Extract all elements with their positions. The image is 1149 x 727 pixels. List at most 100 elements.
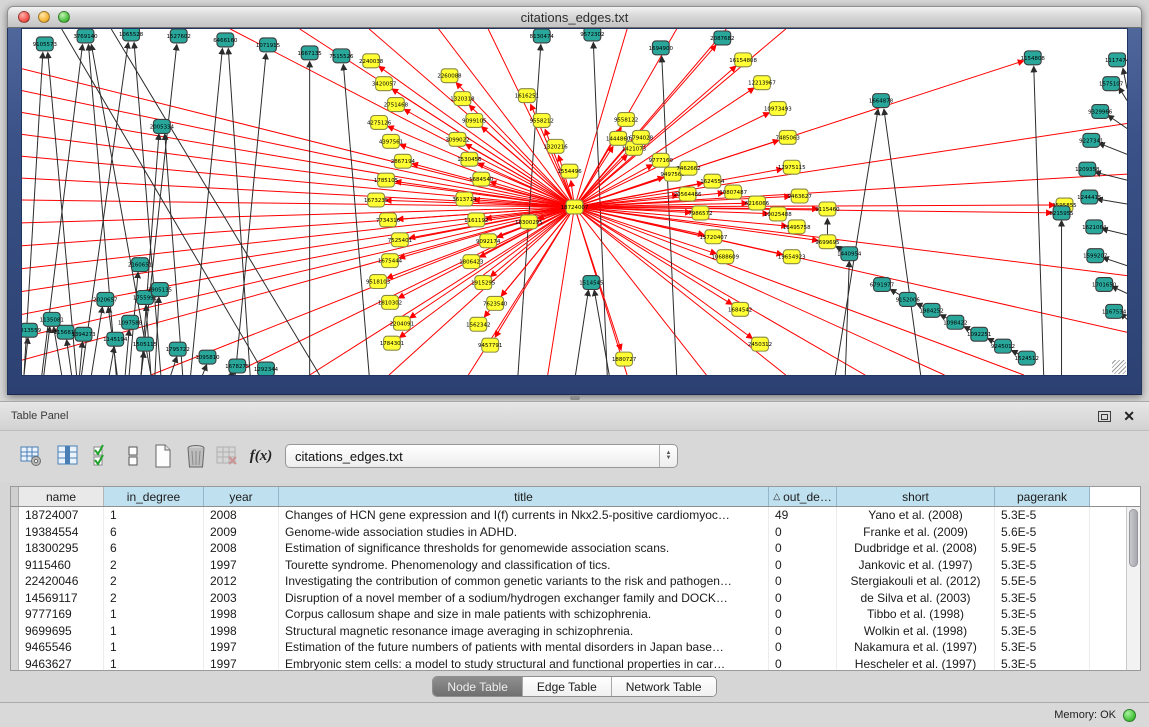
cell-name[interactable]: 18300295 [19, 540, 104, 557]
table-mode-button[interactable] [16, 440, 46, 472]
cell-in_degree[interactable]: 1 [104, 656, 204, 672]
network-canvas[interactable]: 1872400716154808122139671097349374850631… [21, 28, 1128, 376]
cell-in_degree[interactable]: 1 [104, 507, 204, 524]
cell-in_degree[interactable]: 2 [104, 590, 204, 607]
cell-short[interactable]: Hescheler et al. (1997) [837, 656, 995, 672]
table-row[interactable]: 946362711997Embryonic stem cells: a mode… [11, 656, 1140, 672]
citation-edge-black[interactable] [1123, 69, 1127, 89]
splitter-knob[interactable] [570, 396, 580, 400]
cell-name[interactable]: 14569117 [19, 590, 104, 607]
citation-edge-black[interactable] [1099, 143, 1127, 154]
column-header-in_degree[interactable]: in_degree [104, 487, 204, 506]
close-panel-icon[interactable]: ✕ [1123, 409, 1135, 423]
table-row[interactable]: 977716911998Corpus callosum shape and si… [11, 606, 1140, 623]
tab-node-table[interactable]: Node Table [433, 677, 523, 696]
cell-pagerank[interactable]: 5.5E-5 [995, 573, 1090, 590]
cell-title[interactable]: Estimation of significance thresholds fo… [279, 540, 769, 557]
cell-pagerank[interactable]: 5.6E-5 [995, 524, 1090, 541]
column-header-out_degree[interactable]: △out_de… [769, 487, 837, 506]
citation-edge-red[interactable] [400, 207, 575, 337]
cell-name[interactable]: 9465546 [19, 639, 104, 656]
cell-out_degree[interactable]: 0 [769, 524, 837, 541]
cell-in_degree[interactable]: 2 [104, 573, 204, 590]
cell-in_degree[interactable]: 6 [104, 540, 204, 557]
column-header-pagerank[interactable]: pagerank [995, 487, 1090, 506]
cell-short[interactable]: Nakamura et al. (1997) [837, 639, 995, 656]
citation-edge-black[interactable] [62, 29, 265, 375]
citation-edge-black[interactable] [594, 290, 609, 375]
cell-name[interactable]: 9777169 [19, 606, 104, 623]
citation-edge-black[interactable] [1097, 199, 1127, 204]
cell-year[interactable]: 2012 [204, 573, 279, 590]
citation-edge-black[interactable] [1034, 67, 1044, 375]
citation-edge-black[interactable] [171, 357, 177, 375]
table-row[interactable]: 911546021997Tourette syndrome. Phenomeno… [11, 557, 1140, 574]
cell-pagerank[interactable]: 5.9E-5 [995, 540, 1090, 557]
cell-name[interactable]: 9115460 [19, 557, 104, 574]
table-row[interactable]: 1456911722003Disruption of a novel membe… [11, 590, 1140, 607]
cell-year[interactable]: 1997 [204, 639, 279, 656]
cell-short[interactable]: de Silva et al. (2003) [837, 590, 995, 607]
scrollbar-thumb[interactable] [1129, 509, 1138, 567]
column-header-year[interactable]: year [204, 487, 279, 506]
citation-edge-black[interactable] [91, 307, 102, 375]
citation-edge-red[interactable] [439, 29, 575, 207]
citation-edge-black[interactable] [88, 45, 116, 375]
cell-pagerank[interactable]: 5.3E-5 [995, 623, 1090, 640]
table-row[interactable]: 1872400712008Changes of HCN gene express… [11, 507, 1140, 524]
cell-title[interactable]: Tourette syndrome. Phenomenology and cla… [279, 557, 769, 574]
cell-short[interactable]: Stergiakouli et al. (2012) [837, 573, 995, 590]
citation-edge-black[interactable] [1108, 116, 1127, 129]
citation-edge-red[interactable] [548, 207, 575, 375]
row-height-button[interactable] [118, 440, 148, 472]
table-vertical-scrollbar[interactable] [1126, 507, 1140, 670]
cell-year[interactable]: 1998 [204, 606, 279, 623]
cell-in_degree[interactable]: 6 [104, 524, 204, 541]
cell-in_degree[interactable]: 1 [104, 606, 204, 623]
cell-name[interactable]: 9463627 [19, 656, 104, 672]
cell-pagerank[interactable]: 5.3E-5 [995, 507, 1090, 524]
cell-title[interactable]: Structural magnetic resonance image aver… [279, 623, 769, 640]
select-columns-button[interactable] [88, 440, 118, 472]
cell-in_degree[interactable]: 2 [104, 557, 204, 574]
float-panel-icon[interactable] [1098, 411, 1111, 422]
delete-table-button[interactable] [212, 440, 242, 472]
cell-out_degree[interactable]: 0 [769, 656, 837, 672]
cell-short[interactable]: Franke et al. (2009) [837, 524, 995, 541]
cell-out_degree[interactable]: 0 [769, 590, 837, 607]
cell-pagerank[interactable]: 5.3E-5 [995, 639, 1090, 656]
table-row[interactable]: 946554611997Estimation of the future num… [11, 639, 1140, 656]
cell-name[interactable]: 22420046 [19, 573, 104, 590]
citation-edge-red[interactable] [22, 69, 575, 207]
cell-pagerank[interactable]: 5.3E-5 [995, 557, 1090, 574]
cell-year[interactable]: 1997 [204, 557, 279, 574]
citation-edge-black[interactable] [203, 365, 207, 375]
cell-year[interactable]: 2009 [204, 524, 279, 541]
citation-edge-black[interactable] [228, 49, 250, 375]
cell-title[interactable]: Investigating the contribution of common… [279, 573, 769, 590]
citation-edge-black[interactable] [343, 65, 369, 375]
network-window-titlebar[interactable]: citations_edges.txt [7, 6, 1142, 28]
citation-edge-black[interactable] [884, 110, 921, 375]
citation-edge-black[interactable] [575, 290, 588, 375]
cell-pagerank[interactable]: 5.3E-5 [995, 606, 1090, 623]
combo-stepper-icon[interactable]: ▲ ▼ [659, 445, 677, 467]
citation-edge-black[interactable] [191, 49, 223, 375]
citation-edge-black[interactable] [845, 262, 849, 375]
cell-year[interactable]: 1998 [204, 623, 279, 640]
cell-short[interactable]: Wolkin et al. (1998) [837, 623, 995, 640]
cell-title[interactable]: Genome-wide association studies in ADHD. [279, 524, 769, 541]
cell-pagerank[interactable]: 5.3E-5 [995, 590, 1090, 607]
column-header-name[interactable]: name [19, 487, 104, 506]
citation-network-graph[interactable]: 1872400716154808122139671097349374850631… [22, 29, 1127, 375]
table-row[interactable]: 2242004622012Investigating the contribut… [11, 573, 1140, 590]
cell-year[interactable]: 2008 [204, 540, 279, 557]
cell-short[interactable]: Dudbridge et al. (2008) [837, 540, 995, 557]
cell-out_degree[interactable]: 0 [769, 557, 837, 574]
citation-edge-black[interactable] [67, 340, 72, 375]
cell-in_degree[interactable]: 1 [104, 639, 204, 656]
cell-short[interactable]: Tibbo et al. (1998) [837, 606, 995, 623]
citation-edge-red[interactable] [575, 207, 1128, 276]
table-row[interactable]: 1938455462009Genome-wide association stu… [11, 524, 1140, 541]
cell-out_degree[interactable]: 49 [769, 507, 837, 524]
